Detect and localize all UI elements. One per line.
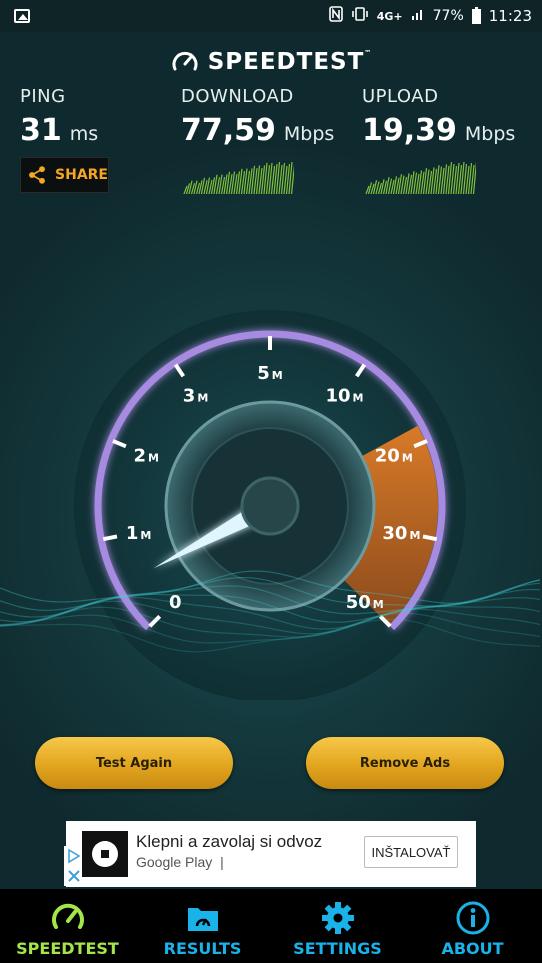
vibrate-icon <box>351 7 369 25</box>
signal-icon <box>411 7 425 25</box>
nav-settings[interactable]: SETTINGS <box>270 889 405 963</box>
gauge-tick <box>102 534 118 542</box>
upload-sparkline <box>365 161 476 194</box>
remove-ads-button[interactable]: Remove Ads <box>306 737 504 789</box>
speed-gauge: 01 M2 M3 M5 M10 M20 M30 M50 M <box>0 310 541 700</box>
gear-icon <box>321 902 354 934</box>
gauge-tick <box>422 534 438 542</box>
download-unit: Mbps <box>283 123 335 145</box>
adchoices-icon[interactable] <box>64 846 84 886</box>
battery-icon <box>471 6 481 24</box>
share-label: SHARE <box>55 167 108 183</box>
speedometer-logo-icon <box>172 51 198 71</box>
app-header: SPEEDTEST™ <box>0 44 542 80</box>
speedometer-icon <box>51 903 84 929</box>
ad-install-button[interactable]: INŠTALOVAŤ <box>364 836 458 868</box>
download-metric: DOWNLOAD 77,59 Mbps <box>181 86 334 148</box>
app-title: SPEEDTEST™ <box>207 49 373 75</box>
download-sparkline <box>183 161 294 194</box>
status-bar: 4G+ 77% 11:23 <box>0 0 542 32</box>
ad-banner[interactable]: Klepni a zavolaj si odvoz Google Play | … <box>64 821 476 887</box>
nav-about[interactable]: ABOUT <box>405 889 540 963</box>
bottom-nav: SPEEDTEST RESULTS SETTINGS ABOUT <box>0 889 542 963</box>
gauge-hub <box>240 476 300 536</box>
upload-unit: Mbps <box>464 123 516 145</box>
download-label: DOWNLOAD <box>181 86 294 107</box>
nfc-icon <box>328 6 343 26</box>
ping-value: 31 <box>20 113 62 148</box>
ad-title: Klepni a zavolaj si odvoz <box>136 832 323 851</box>
ping-metric: PING 31 ms <box>20 86 98 148</box>
download-value: 77,59 <box>181 113 276 148</box>
nav-results-label: RESULTS <box>163 939 242 958</box>
battery-percent: 77% <box>432 8 464 24</box>
nav-about-label: ABOUT <box>441 939 504 958</box>
results-folder-icon <box>187 908 218 931</box>
network-type: 4G+ <box>376 9 403 23</box>
uber-logo-icon <box>82 831 128 877</box>
upload-label: UPLOAD <box>362 86 439 107</box>
ping-unit: ms <box>69 123 99 145</box>
ad-store: Google Play | <box>136 854 224 870</box>
upload-metric: UPLOAD 19,39 Mbps <box>362 86 515 148</box>
share-icon <box>29 166 45 184</box>
share-button[interactable]: SHARE <box>20 157 109 193</box>
image-icon <box>14 9 30 23</box>
nav-speedtest-label: SPEEDTEST <box>16 939 119 958</box>
nav-results[interactable]: RESULTS <box>135 889 270 963</box>
nav-settings-label: SETTINGS <box>293 939 382 958</box>
ping-label: PING <box>20 86 66 107</box>
clock: 11:23 <box>488 7 532 25</box>
nav-speedtest[interactable]: SPEEDTEST <box>0 889 135 963</box>
test-again-button[interactable]: Test Again <box>35 737 233 789</box>
upload-value: 19,39 <box>362 113 457 148</box>
info-icon <box>456 901 489 935</box>
